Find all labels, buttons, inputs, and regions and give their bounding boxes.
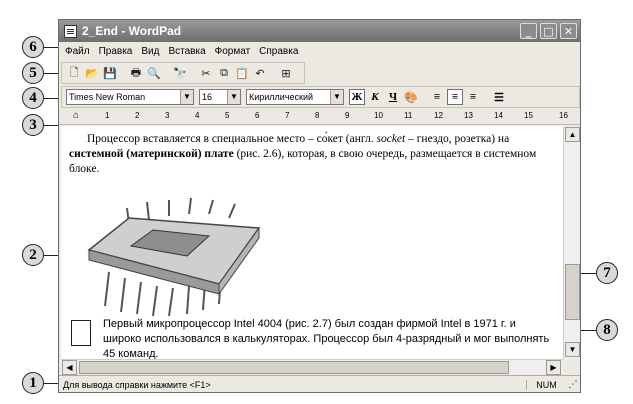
ruler-mark: 15 — [524, 111, 533, 120]
status-bar: Для вывода справки нажмите <F1> NUM ⋰ — [59, 375, 580, 393]
ruler-mark: 3 — [165, 111, 170, 120]
callout-8: 8 — [596, 319, 618, 341]
window-title: 2_End - WordPad — [82, 24, 182, 38]
ruler-mark: 7 — [285, 111, 290, 120]
align-center-icon[interactable]: ≡ — [447, 89, 463, 105]
callout-1: 1 — [22, 372, 44, 394]
document-paragraph: Процессор вставляется в специальное мест… — [69, 133, 537, 175]
maximize-button[interactable]: □ — [540, 23, 557, 39]
cut-icon[interactable]: ✂ — [198, 65, 214, 81]
wordpad-app-icon[interactable] — [64, 24, 77, 38]
ruler-mark: 2 — [135, 111, 140, 120]
ruler[interactable]: ⌂ 1 2 3 4 5 6 7 8 9 10 11 12 13 14 15 16 — [59, 109, 580, 125]
print-icon[interactable]: 🖶 — [128, 65, 144, 81]
vertical-scrollbar[interactable]: ▲ ▼ — [563, 126, 580, 359]
menu-file[interactable]: Файл — [65, 46, 90, 57]
callout-7: 7 — [596, 262, 618, 284]
paste-icon[interactable]: 📋 — [234, 65, 250, 81]
title-bar[interactable]: 2_End - WordPad _ □ ✕ — [59, 20, 580, 42]
chevron-down-icon[interactable]: ▼ — [330, 90, 343, 104]
save-disk-icon[interactable]: 💾 — [102, 65, 118, 81]
color-icon[interactable]: 🎨 — [403, 89, 419, 105]
menu-bar: Файл Правка Вид Вставка Формат Справка — [59, 42, 580, 60]
close-button[interactable]: ✕ — [560, 23, 577, 39]
horizontal-scrollbar[interactable]: ◀ ▶ — [61, 359, 563, 375]
bold-button[interactable]: Ж — [349, 89, 365, 105]
ruler-mark: 1 — [105, 111, 110, 120]
scroll-up-icon[interactable]: ▲ — [565, 127, 580, 142]
ruler-mark: 5 — [225, 111, 230, 120]
menu-help[interactable]: Справка — [259, 46, 298, 57]
ruler-mark: 11 — [404, 111, 413, 120]
callout-2: 2 — [22, 244, 44, 266]
script-value: Кириллический — [249, 92, 314, 102]
insert-object-icon[interactable]: ⊞ — [278, 65, 294, 81]
ruler-mark: 12 — [434, 111, 443, 120]
status-help-text: Для вывода справки нажмите <F1> — [63, 379, 211, 390]
horizontal-scroll-thumb[interactable] — [79, 361, 509, 374]
new-document-icon[interactable]: 🗋 — [66, 65, 82, 81]
ruler-mark: 14 — [494, 111, 503, 120]
script-select[interactable]: Кириллический ▼ — [246, 89, 344, 105]
ruler-mark: 9 — [345, 111, 350, 120]
underline-button[interactable]: Ч — [385, 89, 401, 105]
document-area[interactable]: Процессор вставляется в специальное мест… — [61, 126, 563, 359]
ruler-mark: 10 — [374, 111, 383, 120]
align-right-icon[interactable]: ≡ — [465, 89, 481, 105]
menu-edit[interactable]: Правка — [99, 46, 133, 57]
ruler-mark: 8 — [315, 111, 320, 120]
indent-marker-icon[interactable]: ⌂ — [73, 110, 79, 121]
ruler-mark: 16 — [559, 111, 568, 120]
microprocessor-chip-image — [87, 197, 261, 317]
chevron-down-icon[interactable]: ▼ — [227, 90, 240, 104]
ruler-mark: 4 — [195, 111, 200, 120]
chevron-down-icon[interactable]: ▼ — [180, 90, 193, 104]
ruler-mark: 13 — [464, 111, 473, 120]
note-text: Первый микропроцессор Intel 4004 (рис. 2… — [103, 318, 550, 359]
font-size-select[interactable]: 16 ▼ — [199, 89, 241, 105]
scroll-left-icon[interactable]: ◀ — [62, 360, 77, 375]
minimize-button[interactable]: _ — [520, 23, 537, 39]
font-name-value: Times New Roman — [69, 92, 146, 102]
scroll-down-icon[interactable]: ▼ — [565, 342, 580, 357]
bullets-icon[interactable]: ☰ — [491, 89, 507, 105]
italic-button[interactable]: К — [367, 89, 383, 105]
vertical-scroll-thumb[interactable] — [565, 264, 580, 320]
menu-insert[interactable]: Вставка — [168, 46, 205, 57]
standard-toolbar: 🗋 📂 💾 🖶 🔍 🔭 ✂ ⧉ 📋 ↶ ⊞ — [61, 62, 305, 84]
undo-icon[interactable]: ↶ — [252, 65, 268, 81]
print-preview-icon[interactable]: 🔍 — [146, 65, 162, 81]
font-name-select[interactable]: Times New Roman ▼ — [66, 89, 194, 105]
callout-6: 6 — [22, 36, 44, 58]
menu-view[interactable]: Вид — [141, 46, 159, 57]
font-size-value: 16 — [202, 92, 213, 102]
callout-3: 3 — [22, 114, 44, 136]
callout-5: 5 — [22, 62, 44, 84]
wordpad-window: 2_End - WordPad _ □ ✕ Файл Правка Вид Вс… — [58, 19, 581, 393]
callout-4: 4 — [22, 87, 44, 109]
format-toolbar: Times New Roman ▼ 16 ▼ Кириллический ▼ Ж… — [61, 86, 580, 108]
scroll-right-icon[interactable]: ▶ — [546, 360, 561, 375]
menu-format[interactable]: Формат — [215, 46, 251, 57]
open-folder-icon[interactable]: 📂 — [84, 65, 100, 81]
ruler-mark: 6 — [255, 111, 260, 120]
num-lock-indicator: NUM — [526, 379, 566, 390]
find-icon[interactable]: 🔭 — [172, 65, 188, 81]
resize-grip-icon[interactable]: ⋰ — [566, 379, 580, 390]
copy-icon[interactable]: ⧉ — [216, 65, 232, 81]
note-page-icon — [71, 320, 91, 346]
align-left-icon[interactable]: ≡ — [429, 89, 445, 105]
